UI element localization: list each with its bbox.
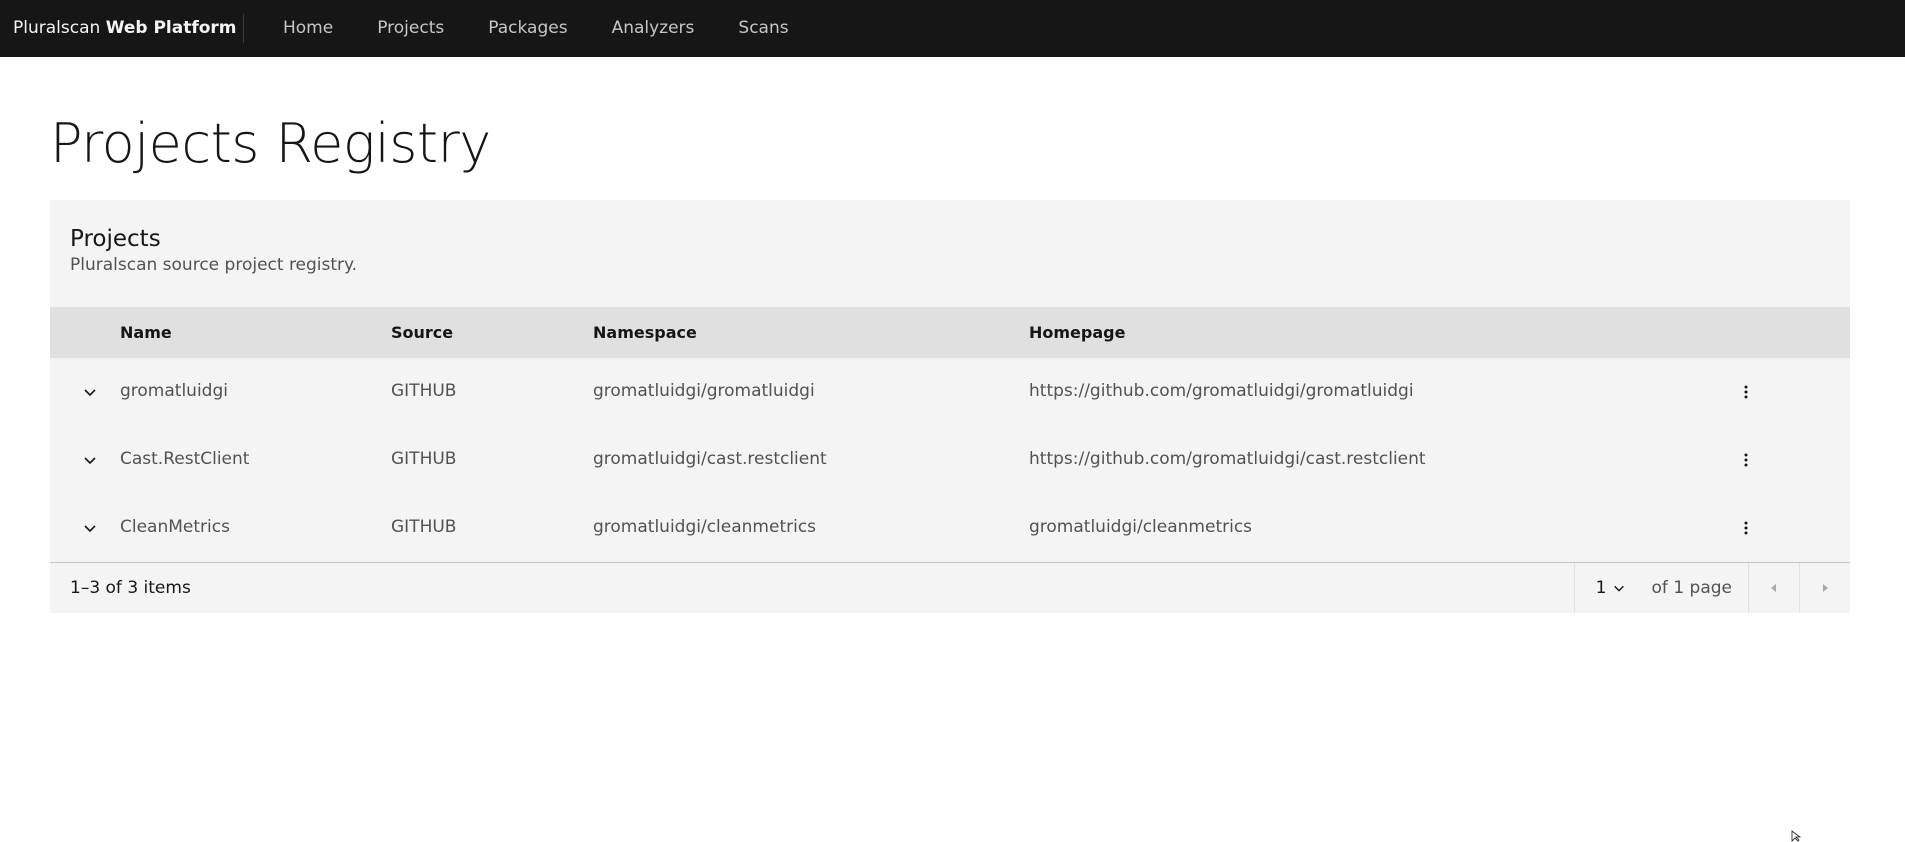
nav-item-packages[interactable]: Packages: [466, 0, 589, 57]
cell-name: Cast.RestClient: [120, 449, 250, 469]
projects-table: Projects Pluralscan source project regis…: [50, 200, 1850, 613]
page-title: Projects Registry: [50, 112, 491, 175]
cell-namespace: gromatluidgi/cleanmetrics: [593, 517, 817, 537]
nav-item-projects[interactable]: Projects: [355, 0, 466, 57]
expand-row-button[interactable]: [70, 494, 110, 561]
cell-namespace: gromatluidgi/gromatluidgi: [593, 381, 815, 401]
brand-prefix: Pluralscan: [13, 18, 101, 38]
expand-row-button[interactable]: [70, 426, 110, 493]
brand-name[interactable]: Pluralscan Web Platform: [0, 0, 243, 57]
column-header-homepage: Homepage: [1029, 323, 1126, 342]
table-title: Projects: [70, 226, 161, 252]
table-description: Pluralscan source project registry.: [70, 255, 358, 275]
table-row: Cast.RestClient GITHUB gromatluidgi/cast…: [50, 426, 1850, 494]
cell-homepage: https://github.com/gromatluidgi/cast.res…: [1029, 449, 1426, 469]
cell-source: GITHUB: [391, 449, 457, 469]
cell-source: GITHUB: [391, 381, 457, 401]
page-number-select[interactable]: 1: [1573, 563, 1648, 613]
chevron-down-icon: [84, 456, 96, 464]
cell-source: GITHUB: [391, 517, 457, 537]
header-divider: [243, 14, 244, 43]
cell-homepage: https://github.com/gromatluidgi/gromatlu…: [1029, 381, 1414, 401]
brand-bold: Web Platform: [105, 18, 237, 38]
overflow-menu-vertical-icon: [1744, 385, 1748, 398]
pagination-bar: 1–3 of 3 items 1 of 1 page: [50, 562, 1850, 613]
mouse-cursor-icon: [1791, 830, 1802, 842]
expand-row-button[interactable]: [70, 358, 110, 425]
nav-item-analyzers[interactable]: Analyzers: [590, 0, 717, 57]
caret-left-icon: [1771, 584, 1776, 592]
column-header-source: Source: [391, 323, 454, 342]
caret-right-icon: [1823, 584, 1828, 592]
nav-item-scans[interactable]: Scans: [716, 0, 810, 57]
next-page-button[interactable]: [1799, 563, 1850, 613]
cell-name: CleanMetrics: [120, 517, 230, 537]
table-row: CleanMetrics GITHUB gromatluidgi/cleanme…: [50, 494, 1850, 562]
row-overflow-menu-button[interactable]: [1726, 426, 1766, 493]
pagination-item-range: 1–3 of 3 items: [70, 578, 191, 598]
table-header: Projects Pluralscan source project regis…: [50, 200, 1850, 307]
cell-name: gromatluidgi: [120, 381, 228, 401]
overflow-menu-vertical-icon: [1744, 453, 1748, 466]
overflow-menu-vertical-icon: [1744, 521, 1748, 534]
chevron-down-icon: [84, 524, 96, 532]
cell-homepage: gromatluidgi/cleanmetrics: [1029, 517, 1253, 537]
nav-item-home[interactable]: Home: [261, 0, 355, 57]
table-row: gromatluidgi GITHUB gromatluidgi/gromatl…: [50, 358, 1850, 426]
column-header-namespace: Namespace: [593, 323, 697, 342]
row-overflow-menu-button[interactable]: [1726, 358, 1766, 425]
pagination-page-count: of 1 page: [1651, 578, 1732, 598]
chevron-down-icon: [84, 388, 96, 396]
pagination-controls: 1 of 1 page: [1573, 563, 1850, 613]
column-header-name: Name: [120, 323, 172, 342]
cell-namespace: gromatluidgi/cast.restclient: [593, 449, 827, 469]
page-number-value: 1: [1595, 578, 1607, 598]
table-head: Name Source Namespace Homepage: [50, 307, 1850, 358]
app-header: Pluralscan Web Platform Home Projects Pa…: [0, 0, 1905, 57]
previous-page-button[interactable]: [1748, 563, 1799, 613]
chevron-down-icon: [1614, 585, 1625, 592]
row-overflow-menu-button[interactable]: [1726, 494, 1766, 561]
